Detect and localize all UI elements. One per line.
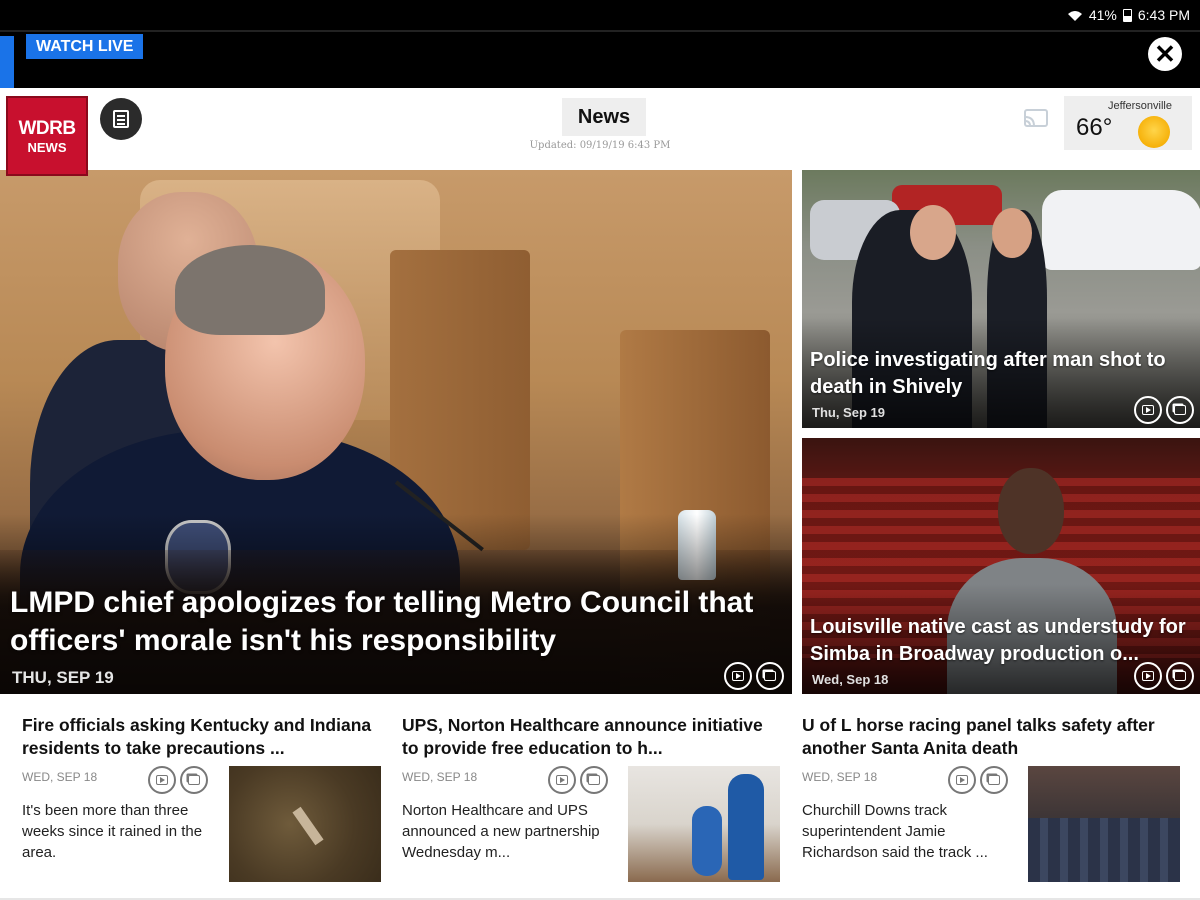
article-headline[interactable]: U of L horse racing panel talks safety a… xyxy=(802,714,1172,760)
system-status-bar: 41% 6:43 PM xyxy=(0,0,1200,30)
section-title[interactable]: News xyxy=(562,98,646,136)
article-summary: It's been more than three weeks since it… xyxy=(22,802,203,861)
card-headline[interactable]: Louisville native cast as understudy for… xyxy=(810,614,1196,668)
card-date: Thu, Sep 19 xyxy=(812,405,885,420)
card-image xyxy=(1042,190,1200,270)
thumbnail-figure xyxy=(728,774,764,880)
gallery-icon[interactable] xyxy=(1166,396,1194,424)
article-summary: Churchill Downs track superintendent Jam… xyxy=(802,802,988,861)
gallery-icon[interactable] xyxy=(180,766,208,794)
logo-text: WDRB xyxy=(18,118,76,139)
logo-subtext: NEWS xyxy=(27,140,67,155)
document-menu-icon xyxy=(113,110,129,128)
live-banner: WATCH LIVE ✕ xyxy=(0,30,1200,88)
card-media-icons xyxy=(1134,396,1194,424)
side-story-card[interactable]: Louisville native cast as understudy for… xyxy=(802,438,1200,694)
card-date: Wed, Sep 18 xyxy=(812,672,889,687)
article-card[interactable]: Fire officials asking Kentucky and India… xyxy=(22,706,402,900)
video-icon[interactable] xyxy=(1134,662,1162,690)
video-icon[interactable] xyxy=(1134,396,1162,424)
article-date: WED, SEP 18 xyxy=(22,770,98,784)
card-image xyxy=(998,468,1064,554)
gallery-icon[interactable] xyxy=(580,766,608,794)
gallery-icon[interactable] xyxy=(756,662,784,690)
sun-icon xyxy=(1138,116,1170,148)
hero-media-icons xyxy=(724,662,784,690)
battery-percent: 41% xyxy=(1088,7,1117,23)
article-media-icons xyxy=(948,766,1008,794)
article-thumbnail[interactable] xyxy=(628,766,780,882)
article-card[interactable]: U of L horse racing panel talks safety a… xyxy=(802,706,1182,900)
article-date: WED, SEP 18 xyxy=(802,770,878,784)
hero-headline[interactable]: LMPD chief apologizes for telling Metro … xyxy=(10,584,790,660)
weather-temp: 66° xyxy=(1076,114,1113,141)
side-story-card[interactable]: Police investigating after man shot to d… xyxy=(802,170,1200,428)
article-card[interactable]: UPS, Norton Healthcare announce initiati… xyxy=(402,706,782,900)
video-icon[interactable] xyxy=(548,766,576,794)
menu-button[interactable] xyxy=(100,98,142,140)
thumbnail-crowd xyxy=(1028,818,1180,882)
close-icon[interactable]: ✕ xyxy=(1148,37,1182,71)
battery-icon xyxy=(1122,8,1132,22)
weather-city: Jeffersonville xyxy=(1108,100,1172,112)
article-summary: Norton Healthcare and UPS announced a ne… xyxy=(402,802,600,861)
clock: 6:43 PM xyxy=(1137,7,1190,23)
wifi-icon xyxy=(1067,9,1083,21)
live-accent-bar xyxy=(0,36,14,88)
article-media-icons xyxy=(148,766,208,794)
video-icon[interactable] xyxy=(948,766,976,794)
article-headline[interactable]: Fire officials asking Kentucky and India… xyxy=(22,714,392,760)
article-headline[interactable]: UPS, Norton Healthcare announce initiati… xyxy=(402,714,772,760)
gallery-icon[interactable] xyxy=(1166,662,1194,690)
video-icon[interactable] xyxy=(724,662,752,690)
card-headline[interactable]: Police investigating after man shot to d… xyxy=(810,347,1195,401)
hero-story[interactable]: LMPD chief apologizes for telling Metro … xyxy=(0,170,792,694)
article-media-icons xyxy=(548,766,608,794)
wdrb-logo[interactable]: WDRB NEWS xyxy=(6,96,88,176)
card-media-icons xyxy=(1134,662,1194,690)
article-thumbnail[interactable] xyxy=(229,766,381,882)
weather-widget[interactable]: Jeffersonville 66° xyxy=(1064,96,1192,150)
gallery-icon[interactable] xyxy=(980,766,1008,794)
card-image xyxy=(910,205,956,260)
thumbnail-figure xyxy=(692,806,722,876)
card-image xyxy=(992,208,1032,258)
article-date: WED, SEP 18 xyxy=(402,770,478,784)
watch-live-button[interactable]: WATCH LIVE xyxy=(26,34,144,59)
hero-date: THU, SEP 19 xyxy=(12,668,114,687)
video-icon[interactable] xyxy=(148,766,176,794)
article-thumbnail[interactable] xyxy=(1028,766,1180,882)
cast-icon[interactable] xyxy=(1022,108,1050,130)
app-header: WDRB NEWS News Updated: 09/19/19 6:43 PM… xyxy=(0,88,1200,176)
hero-image-person xyxy=(175,245,325,335)
updated-timestamp: Updated: 09/19/19 6:43 PM xyxy=(529,140,671,151)
